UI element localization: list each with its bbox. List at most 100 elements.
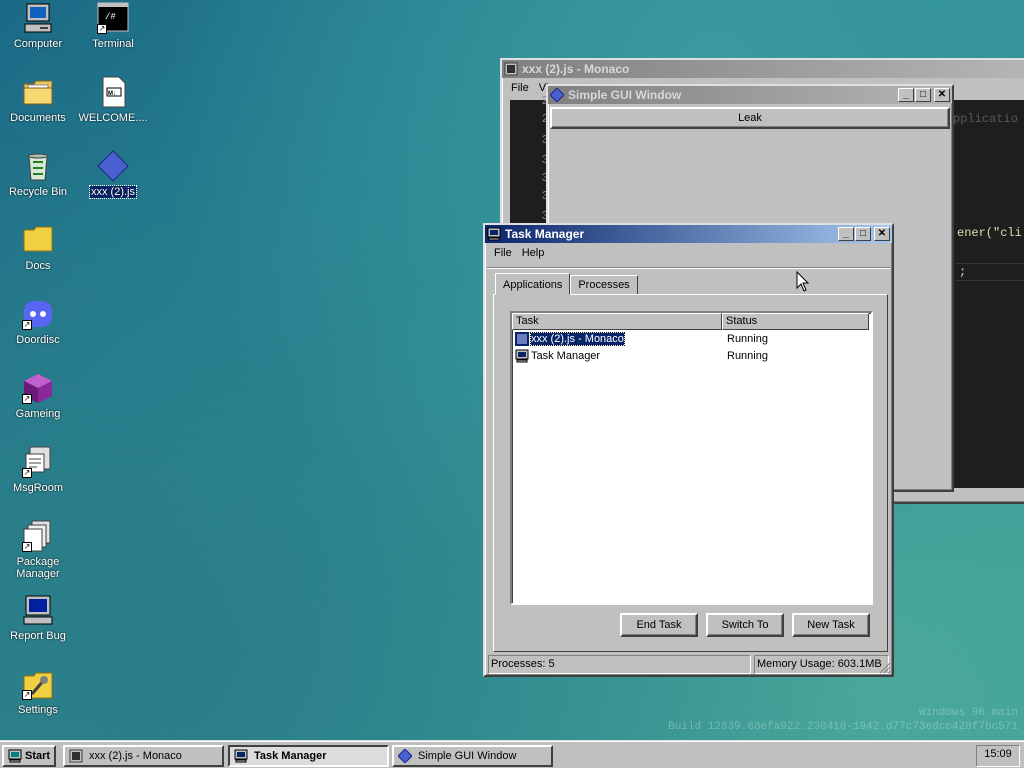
start-logo-icon (8, 749, 22, 763)
desktop-icon-doordisc[interactable]: ↗ Doordisc (1, 298, 75, 346)
desktop-icon-documents[interactable]: Documents (1, 76, 75, 124)
desktop-icon-report-bug[interactable]: Report Bug (1, 594, 75, 642)
desktop-icon-settings[interactable]: ↗ Settings (1, 668, 75, 716)
desktop-icon-label: MsgRoom (12, 482, 64, 494)
task-list[interactable]: Task Status xxx (2).js - Monaco Running (510, 311, 873, 605)
documents-folder-icon (22, 76, 54, 108)
svg-text:/#: /# (105, 12, 116, 22)
svg-text:M↓: M↓ (108, 91, 116, 97)
taskbar-item-label: xxx (2).js - Monaco (89, 750, 182, 762)
desktop-icon-docs[interactable]: Docs (1, 224, 75, 272)
settings-icon: ↗ (22, 668, 54, 700)
status-bar: Processes: 5 Memory Usage: 603.1MB (488, 655, 889, 674)
menu-file[interactable]: File (489, 247, 517, 259)
monaco-menu-file[interactable]: File (506, 82, 534, 94)
desktop-icon-recycle-bin[interactable]: Recycle Bin (1, 150, 75, 198)
package-manager-icon: ↗ (22, 520, 54, 552)
column-header-status[interactable]: Status (722, 313, 869, 330)
simple-gui-titlebar[interactable]: Simple GUI Window _ □ ✕ (548, 86, 952, 104)
report-bug-icon (22, 594, 54, 626)
maximize-button[interactable]: □ (915, 88, 931, 102)
desktop-icon-label: Recycle Bin (8, 186, 68, 198)
menu-help[interactable]: Help (517, 247, 550, 259)
task-manager-title: Task Manager (505, 227, 585, 241)
task-list-header: Task Status (512, 313, 871, 330)
desktop-icon-welcome[interactable]: M↓ WELCOME.... (76, 76, 150, 124)
desktop-icon-label: WELCOME.... (78, 112, 148, 124)
monaco-app-icon (69, 749, 83, 763)
window-app-icon (515, 331, 529, 346)
diamond-app-icon (549, 87, 565, 103)
maximize-button[interactable]: □ (855, 227, 871, 241)
memory-usage: Memory Usage: 603.1MB (754, 655, 889, 674)
desktop-icon-label: Terminal (92, 38, 134, 50)
leak-button[interactable]: Leak (550, 107, 950, 129)
menu-divider (487, 267, 890, 269)
desktop-icon-label: xxx (2).js (89, 185, 137, 199)
mouse-cursor-icon (796, 271, 810, 292)
task-manager-titlebar[interactable]: Task Manager _ □ ✕ (485, 225, 892, 243)
desktop-icon-label: Gameing (15, 408, 61, 420)
start-label: Start (25, 750, 51, 762)
task-status: Running (727, 332, 768, 345)
task-status: Running (727, 349, 768, 362)
minimize-button[interactable]: _ (898, 88, 914, 102)
recycle-bin-icon (22, 150, 54, 182)
build-watermark-line2: Build 12839.88efa922.230410-1942.d77c73e… (668, 721, 1018, 733)
applications-panel: Task Status xxx (2).js - Monaco Running (493, 294, 888, 652)
terminal-icon: /# ↗ (97, 2, 129, 34)
desktop-icon-label: Report Bug (10, 630, 66, 642)
diamond-app-icon (397, 748, 413, 764)
minimize-button[interactable]: _ (838, 227, 854, 241)
taskbar: Start xxx (2).js - Monaco Task Manager S… (0, 740, 1024, 768)
tab-applications[interactable]: Applications (495, 273, 571, 295)
simple-gui-title: Simple GUI Window (568, 88, 682, 102)
desktop-icon-terminal[interactable]: /# ↗ Terminal (76, 2, 150, 50)
process-count: Processes: 5 (488, 655, 751, 674)
tab-processes[interactable]: Processes (570, 275, 638, 295)
desktop-icon-label: Docs (25, 260, 51, 272)
task-row[interactable]: Task Manager Running (512, 347, 871, 364)
taskbar-item-task-manager[interactable]: Task Manager (228, 745, 389, 767)
task-manager-window[interactable]: Task Manager _ □ ✕ File Help Application… (483, 223, 894, 677)
end-task-button[interactable]: End Task (620, 613, 698, 637)
computer-icon (22, 2, 54, 34)
resize-grip-icon[interactable] (879, 662, 891, 674)
desktop-icon-gameing[interactable]: ↗ Gameing (1, 372, 75, 420)
task-manager-app-icon (487, 227, 501, 241)
desktop-icon-label: Package Manager (16, 556, 60, 580)
switch-to-button[interactable]: Switch To (706, 613, 784, 637)
taskbar-item-simple-gui[interactable]: Simple GUI Window (392, 745, 553, 767)
column-header-task[interactable]: Task (512, 313, 722, 330)
taskbar-item-monaco[interactable]: xxx (2).js - Monaco (63, 745, 224, 767)
markdown-file-icon: M↓ (97, 76, 129, 108)
tab-strip: Applications Processes (495, 273, 638, 295)
taskbar-item-label: Task Manager (254, 750, 327, 762)
js-file-icon (97, 150, 129, 182)
task-name: Task Manager (531, 349, 601, 362)
desktop-icon-label: Computer (13, 38, 63, 50)
start-button[interactable]: Start (2, 745, 56, 767)
close-button[interactable]: ✕ (874, 227, 890, 241)
system-clock[interactable]: 15:09 (976, 745, 1020, 767)
desktop-icon-msgroom[interactable]: ↗ MsgRoom (1, 446, 75, 494)
new-task-button[interactable]: New Task (792, 613, 870, 637)
desktop-icon-package-manager[interactable]: ↗ Package Manager (1, 520, 75, 580)
monaco-title: xxx (2).js - Monaco (522, 62, 630, 76)
task-manager-menubar: File Help (485, 243, 892, 263)
close-button[interactable]: ✕ (934, 88, 950, 102)
code-fragment: pplicatio (953, 112, 1018, 126)
desktop-icon-computer[interactable]: Computer (1, 2, 75, 50)
task-manager-app-icon (515, 349, 529, 363)
desktop-icon-label: Documents (10, 112, 66, 124)
task-manager-app-icon (234, 749, 248, 763)
taskbar-item-label: Simple GUI Window (418, 750, 517, 762)
task-row[interactable]: xxx (2).js - Monaco Running (512, 330, 871, 347)
build-watermark-line1: Windows 96 main (918, 707, 1018, 719)
desktop-icon-xxx-js[interactable]: xxx (2).js (76, 150, 150, 199)
doordisc-icon: ↗ (22, 298, 54, 330)
msgroom-icon: ↗ (22, 446, 54, 478)
monaco-titlebar[interactable]: xxx (2).js - Monaco (502, 60, 1024, 78)
folder-icon (22, 224, 54, 256)
code-fragment: ener("cli (957, 226, 1022, 240)
